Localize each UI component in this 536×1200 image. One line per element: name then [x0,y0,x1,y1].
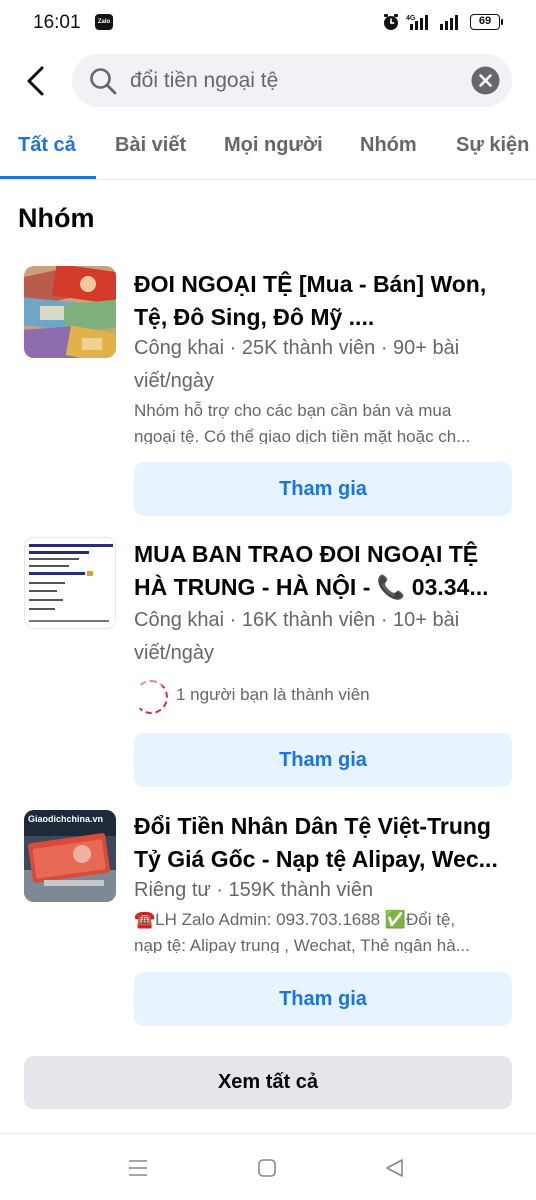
search-filter-tabs: Tất cả Bài viết Mọi người Nhóm Sự kiện [0,120,536,180]
recent-apps-icon[interactable] [126,1157,150,1179]
group-description-line: ngoại tệ. Có thể giao dịch tiền mặt hoặc… [134,427,471,444]
group-title-line: Tỷ Giá Gốc - Nạp tệ Alipay, Wec... [134,846,498,872]
join-group-button[interactable]: Tham gia [134,462,512,516]
join-group-button[interactable]: Tham gia [134,733,512,787]
home-icon[interactable] [257,1158,277,1178]
active-tab-indicator [0,176,96,179]
group-title-line: ĐOI NGOẠI TỆ [Mua - Bán] Won, [134,271,487,297]
signal-icon [440,15,458,30]
system-nav-bar [0,1133,536,1200]
group-title[interactable]: ĐOI NGOẠI TỆ [Mua - Bán] Won, Tệ, Đô Sin… [134,268,514,334]
group-meta: Công khai · 16K thành viên · 10+ bài viế… [134,604,504,663]
tab-posts[interactable]: Bài viết [115,134,186,157]
search-bar[interactable] [72,54,512,107]
signal-4g-icon: 4G [406,15,428,30]
group-title-line: MUA BAN TRAO ĐOI NGOẠI TỆ [134,541,479,567]
clear-search-icon[interactable] [471,66,500,95]
group-description: Nhóm hỗ trợ cho các bạn cần bán và mua n… [134,398,512,444]
system-back-icon[interactable] [383,1157,405,1179]
network-label: 4G [406,15,416,22]
mutual-friends-row: 1 người bạn là thành viên [134,680,504,714]
battery-icon: 69 [470,14,503,30]
section-title-groups: Nhóm [18,203,95,233]
search-input[interactable] [130,54,450,107]
group-meta-line: Riêng tư · 159K thành viên [134,879,374,901]
search-icon [90,68,117,95]
group-title-line: HÀ TRUNG - HÀ NỘI - 📞 03.34... [134,574,489,600]
tab-people[interactable]: Mọi người [224,134,323,157]
alarm-icon [384,14,398,30]
group-description-line: ☎️LH Zalo Admin: 093.703.1688 ✅Đổi tệ, [134,910,456,929]
group-title-line: Đổi Tiền Nhân Dân Tệ Việt-Trung [134,813,491,839]
status-time: 16:01 [33,12,81,33]
back-arrow-icon[interactable] [22,64,50,98]
mutual-friends-text: 1 người bạn là thành viên [176,685,370,704]
see-all-groups-button[interactable]: Xem tất cả [24,1056,512,1109]
friend-avatar [134,680,168,714]
group-description-line: Nhóm hỗ trợ cho các bạn cần bán và mua [134,401,452,420]
thumbnail-site-label: Giaodichchina.vn [28,814,104,824]
group-meta-line: viết/ngày [134,642,215,663]
group-description: ☎️LH Zalo Admin: 093.703.1688 ✅Đổi tệ, n… [134,907,512,953]
group-meta-line: Công khai · 25K thành viên · 90+ bài [134,337,460,359]
group-thumbnail[interactable]: Giaodichchina.vn [24,810,116,902]
status-indicators: 4G 69 [382,11,503,33]
tab-all[interactable]: Tất cả [18,134,76,157]
group-title-line: Tệ, Đô Sing, Đô Mỹ .... [134,304,375,330]
zalo-notification-icon: Zalo [95,14,113,30]
join-group-button[interactable]: Tham gia [134,972,512,1026]
group-thumbnail[interactable] [24,537,116,629]
group-title[interactable]: MUA BAN TRAO ĐOI NGOẠI TỆ HÀ TRUNG - HÀ … [134,538,514,604]
group-meta-line: viết/ngày [134,370,215,392]
group-meta: Riêng tư · 159K thành viên [134,874,504,907]
group-description-line: nạp tệ: Alipay trung , Wechat, Thẻ ngân … [134,936,470,953]
group-title[interactable]: Đổi Tiền Nhân Dân Tệ Việt-Trung Tỷ Giá G… [134,810,514,876]
group-thumbnail[interactable] [24,266,116,358]
tab-events[interactable]: Sự kiện [456,134,529,157]
group-meta-line: Công khai · 16K thành viên · 10+ bài [134,609,460,631]
status-bar: 16:01 Zalo 4G 69 [0,0,536,46]
group-meta: Công khai · 25K thành viên · 90+ bài viế… [134,332,504,398]
tab-groups[interactable]: Nhóm [360,134,417,157]
